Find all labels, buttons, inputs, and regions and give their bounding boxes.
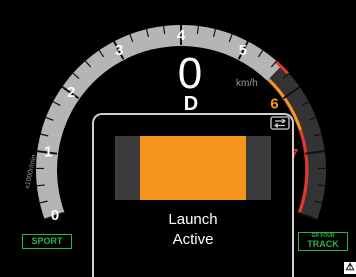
vehicle-warning-icon: ⚠	[344, 262, 356, 274]
gear-indicator: D	[178, 94, 204, 114]
tachometer-number: 3	[115, 42, 123, 59]
launch-indicator-bar	[140, 136, 246, 200]
launch-indicator	[115, 136, 271, 200]
tachometer-number: 2	[67, 84, 75, 101]
tachometer-number: 5	[239, 42, 247, 59]
tachometer-number: 0	[51, 207, 59, 224]
speed-unit-label: km/h	[236, 78, 258, 89]
launch-status-line1: Launch	[130, 211, 256, 228]
tachometer-number: 6	[270, 96, 278, 113]
launch-status-line2: Active	[130, 231, 256, 248]
awd-mode-line2: TRACK	[299, 239, 347, 249]
swap-arrows-icon[interactable]	[270, 116, 290, 130]
tachometer-number: 4	[177, 27, 186, 44]
awd-mode-badge: GR FOUR TRACK	[298, 232, 348, 251]
speed-value: 0	[160, 52, 220, 96]
tachometer-number: 1	[44, 143, 52, 160]
drive-mode-badge: SPORT	[22, 234, 72, 249]
